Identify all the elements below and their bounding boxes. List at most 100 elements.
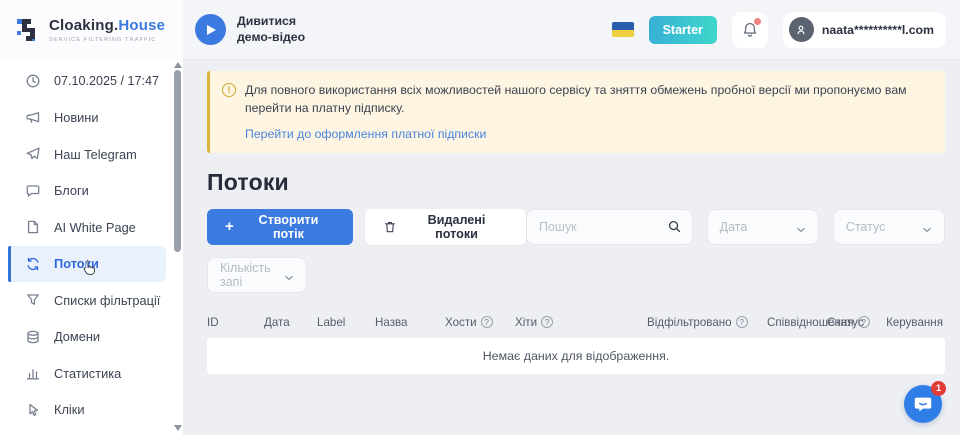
sidebar-item-telegram[interactable]: Наш Telegram: [0, 136, 183, 173]
user-email: naata**********l.com: [822, 23, 934, 37]
help-icon[interactable]: ?: [736, 316, 748, 328]
logo-icon: [14, 15, 40, 45]
sidebar-item-streams[interactable]: Потоки: [8, 246, 166, 283]
trial-banner: ! Для повного використання всіх можливос…: [207, 71, 945, 153]
column-label: Керування: [886, 316, 943, 329]
plan-badge[interactable]: Starter: [649, 16, 717, 44]
column-name[interactable]: Назва: [375, 316, 445, 329]
column-label: Дата: [264, 316, 290, 329]
sidebar-datetime-label: 07.10.2025 / 17:47: [54, 74, 159, 88]
column-label[interactable]: Label: [317, 316, 375, 329]
sidebar-item-blogs[interactable]: Блоги: [0, 173, 183, 210]
document-icon: [25, 219, 41, 235]
language-flag-icon[interactable]: [612, 22, 634, 37]
column-label: Назва: [375, 316, 407, 329]
notifications-button[interactable]: [732, 12, 768, 48]
sidebar-item-label: Кліки: [54, 402, 85, 417]
clicks-icon: [25, 402, 41, 418]
toolbar: + Створити потік Видалені потоки: [207, 209, 945, 245]
sidebar-item-filter-lists[interactable]: Списки фільтрації: [0, 282, 183, 319]
sidebar-item-label: Блоги: [54, 183, 89, 198]
scrollbar-down-arrow[interactable]: [174, 425, 182, 431]
logo[interactable]: Cloaking.House SERVICE FILTERING TRAFFIC: [0, 0, 183, 60]
chevron-down-icon: [922, 223, 932, 231]
chevron-down-icon: [284, 271, 294, 279]
column-label: Відфільтровано: [647, 316, 732, 329]
column-hits[interactable]: Хіти ?: [515, 316, 647, 329]
clock-icon: [25, 73, 41, 89]
sidebar-item-label: AI White Page: [54, 220, 136, 235]
brand-title: Cloaking.House: [49, 17, 165, 34]
column-ratio[interactable]: Співвідношення ?: [767, 316, 827, 329]
user-account-button[interactable]: naata**********l.com: [783, 12, 946, 48]
funnel-icon: [25, 292, 41, 308]
chevron-down-icon: [796, 223, 806, 231]
plus-icon: +: [225, 219, 234, 234]
stats-icon: [25, 365, 41, 381]
search-icon[interactable]: [667, 219, 682, 234]
empty-state: Немає даних для відображення.: [207, 338, 945, 374]
column-hosts[interactable]: Хости ?: [445, 316, 515, 329]
sidebar-item-domains[interactable]: Домени: [0, 319, 183, 356]
chat-unread-badge: 1: [931, 381, 946, 396]
telegram-icon: [25, 146, 41, 162]
sidebar: Cloaking.House SERVICE FILTERING TRAFFIC…: [0, 0, 183, 435]
sidebar-item-news[interactable]: Новини: [0, 100, 183, 137]
play-icon: [195, 14, 226, 45]
table-header: ID Дата Label Назва: [207, 316, 945, 329]
column-id[interactable]: ID: [207, 316, 264, 329]
content-area: Дивитися демо-відео Starter naata*******…: [183, 0, 960, 435]
sidebar-item-statistics[interactable]: Статистика: [0, 355, 183, 392]
deleted-streams-button[interactable]: Видалені потоки: [365, 209, 526, 245]
chat-widget-button[interactable]: 1: [904, 385, 942, 423]
sidebar-datetime: 07.10.2025 / 17:47: [0, 63, 183, 100]
column-manage[interactable]: Керування: [886, 316, 943, 329]
help-icon[interactable]: ?: [481, 316, 493, 328]
banner-text: Для повного використання всіх можливосте…: [245, 82, 925, 118]
sidebar-item-label: Статистика: [54, 366, 121, 381]
warning-icon: !: [222, 83, 236, 97]
demo-video-button[interactable]: Дивитися демо-відео: [195, 14, 323, 46]
column-label: Статус: [827, 316, 864, 329]
sidebar-item-clicks[interactable]: Кліки: [0, 392, 183, 429]
column-status[interactable]: Статус: [827, 316, 886, 329]
demo-video-label: Дивитися демо-відео: [237, 14, 323, 46]
main-panel: ! Для повного використання всіх можливос…: [183, 60, 960, 435]
column-filtered[interactable]: Відфільтровано ?: [647, 316, 767, 329]
scrollbar-up-arrow[interactable]: [174, 62, 182, 68]
date-filter[interactable]: Дата: [707, 209, 819, 245]
help-icon[interactable]: ?: [541, 316, 553, 328]
column-label: Хіти: [515, 316, 537, 329]
trash-icon: [383, 220, 397, 234]
brand-tagline: SERVICE FILTERING TRAFFIC: [49, 37, 165, 43]
sidebar-items: Новини Наш Telegram Блоги AI Whi: [0, 100, 183, 429]
streams-icon: [25, 256, 41, 272]
per-page-filter[interactable]: Кількість запі: [207, 257, 307, 293]
chat-icon: [25, 183, 41, 199]
column-label: Label: [317, 316, 345, 329]
status-filter[interactable]: Статус: [833, 209, 945, 245]
app-root: Cloaking.House SERVICE FILTERING TRAFFIC…: [0, 0, 960, 435]
sidebar-item-label: Потоки: [54, 256, 99, 271]
domains-icon: [25, 329, 41, 345]
subscribe-link[interactable]: Перейти до оформлення платної підписки: [245, 127, 931, 141]
scrollbar-thumb[interactable]: [174, 70, 181, 252]
column-label: Хости: [445, 316, 477, 329]
megaphone-icon: [25, 110, 41, 126]
search-box: [526, 209, 693, 245]
sidebar-scrollbar[interactable]: [173, 60, 181, 435]
topbar: Дивитися демо-відео Starter naata*******…: [183, 0, 960, 60]
sidebar-item-label: Списки фільтрації: [54, 293, 160, 308]
avatar: [789, 17, 814, 42]
sidebar-item-ai-white-page[interactable]: AI White Page: [0, 209, 183, 246]
chat-bubble-icon: [912, 393, 934, 415]
column-date[interactable]: Дата: [264, 316, 317, 329]
empty-state-text: Немає даних для відображення.: [483, 349, 670, 363]
create-stream-button[interactable]: + Створити потік: [207, 209, 353, 245]
sidebar-item-label: Наш Telegram: [54, 147, 137, 162]
search-input[interactable]: [539, 220, 667, 234]
notification-dot: [754, 18, 761, 25]
sidebar-nav: 07.10.2025 / 17:47 Новини Наш Telegram: [0, 60, 183, 428]
sidebar-item-label: Домени: [54, 329, 100, 344]
sidebar-item-label: Новини: [54, 110, 99, 125]
